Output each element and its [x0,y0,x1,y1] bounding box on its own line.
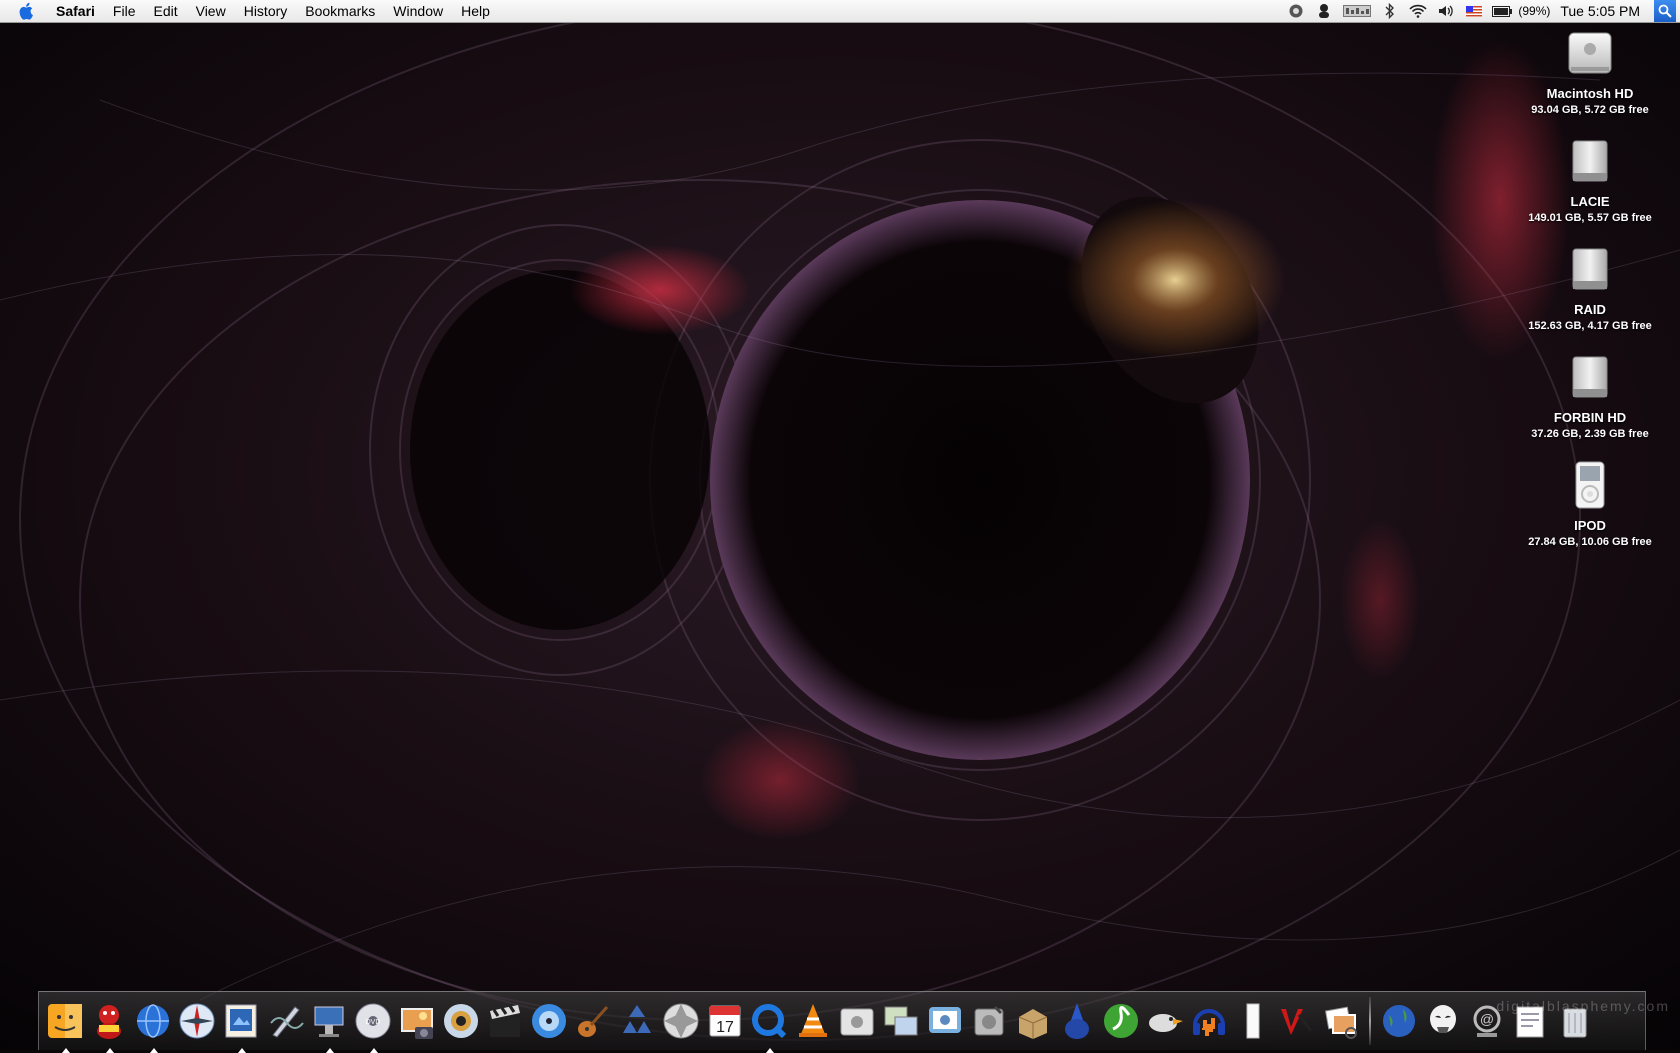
mail-stamp-icon[interactable] [221,999,261,1053]
cpu-meter-icon[interactable] [1342,3,1372,19]
spotlight-search-icon[interactable] [1654,0,1676,22]
adium-icon[interactable] [89,999,129,1053]
running-indicator [62,1048,70,1053]
menu-bookmarks[interactable]: Bookmarks [296,0,384,22]
drive-info: 27.84 GB, 10.06 GB free [1528,536,1652,548]
wifi-icon[interactable] [1408,3,1428,19]
script-editor-icon[interactable] [265,999,305,1043]
vectorworks-icon[interactable] [1277,999,1317,1043]
audacity-icon[interactable] [1189,999,1229,1043]
installer-box-icon[interactable] [1013,999,1053,1043]
menu-help[interactable]: Help [452,0,499,22]
dvd-player-icon[interactable]: DVD [353,999,393,1053]
running-indicator [106,1048,114,1053]
hard-drive-icon [1566,136,1614,186]
quicktime-icon[interactable] [749,999,789,1053]
svg-text:DVD: DVD [366,1019,381,1026]
svg-text:@: @ [1480,1011,1494,1027]
internet-globe-icon[interactable] [1379,999,1419,1043]
menu-file[interactable]: File [104,0,145,22]
keynote-podium-icon[interactable] [309,999,349,1053]
vlc-cone-icon[interactable] [793,999,833,1043]
ipod-icon [1566,460,1614,510]
disk-utility-icon[interactable] [969,999,1009,1043]
idvd-icon[interactable] [529,999,569,1043]
desktop-wallpaper [0,0,1680,1050]
hard-drive-icon [1566,352,1614,402]
running-indicator [238,1048,246,1053]
input-flag-icon[interactable] [1464,3,1484,19]
apple-hd-icon [1566,28,1614,78]
drive-info: 152.63 GB, 4.17 GB free [1528,320,1652,332]
ical-icon[interactable]: 17 [705,999,745,1043]
running-indicator [326,1048,334,1053]
itunes-eye-icon[interactable] [441,999,481,1043]
menu-app-name[interactable]: Safari [52,0,104,22]
drive-info: 37.26 GB, 2.39 GB free [1531,428,1649,440]
finder-icon[interactable] [45,999,85,1053]
drive-info: 149.01 GB, 5.57 GB free [1528,212,1652,224]
spy-menu-icon[interactable] [1314,3,1334,19]
system-profiler-icon[interactable] [837,999,877,1043]
drive-macintosh-hd[interactable]: Macintosh HD 93.04 GB, 5.72 GB free [1500,28,1680,132]
drive-lacie[interactable]: LACIE 149.01 GB, 5.57 GB free [1500,136,1680,240]
running-indicator [150,1048,158,1053]
imovie-clapper-icon[interactable] [485,999,525,1043]
recycle-icon[interactable] [617,999,657,1043]
preview-photos-icon[interactable] [1321,999,1361,1043]
blank-document-icon[interactable] [1233,999,1273,1043]
drive-info: 93.04 GB, 5.72 GB free [1531,104,1649,116]
running-indicator [370,1048,378,1053]
drive-name: Macintosh HD [1546,86,1634,101]
photo-booth-icon[interactable] [925,999,965,1043]
drive-name: FORBIN HD [1553,410,1627,425]
dreamweaver-icon[interactable] [1101,999,1141,1043]
drive-forbin-hd[interactable]: FORBIN HD 37.26 GB, 2.39 GB free [1500,352,1680,456]
apple-menu-icon[interactable] [16,0,38,22]
time-machine-icon[interactable] [1286,3,1306,19]
drive-raid[interactable]: RAID 152.63 GB, 4.17 GB free [1500,244,1680,348]
remote-desktop-icon[interactable] [881,999,921,1043]
drive-name: RAID [1574,302,1606,317]
menu-view[interactable]: View [187,0,235,22]
menu-edit[interactable]: Edit [144,0,186,22]
stormtrooper-folder-icon[interactable] [1423,999,1463,1043]
dock-separator [1369,997,1371,1045]
menu-clock[interactable]: Tue 5:05 PM [1560,3,1640,19]
wizard-icon[interactable] [1057,999,1097,1043]
wallpaper-watermark: digitalblasphemy.com [1496,998,1670,1014]
svg-text:17: 17 [716,1019,734,1036]
cyberduck-icon[interactable] [1145,999,1185,1043]
menu-window[interactable]: Window [384,0,452,22]
iphoto-icon[interactable] [397,999,437,1043]
drive-name: LACIE [1570,194,1610,209]
menu-bar: Safari File Edit View History Bookmarks … [0,0,1680,23]
running-indicator [766,1048,774,1053]
dock: DVD 17 @ [38,991,1646,1053]
hard-drive-icon [1566,244,1614,294]
menu-history[interactable]: History [235,0,297,22]
aperture-icon[interactable] [661,999,701,1043]
garageband-guitar-icon[interactable] [573,999,613,1043]
drive-ipod[interactable]: IPOD 27.84 GB, 10.06 GB free [1500,460,1680,564]
bluetooth-icon[interactable] [1380,3,1400,19]
drive-name: IPOD [1574,518,1606,533]
menu-extras: (99%) Tue 5:05 PM [1282,0,1680,22]
battery-icon[interactable] [1492,3,1513,19]
volume-icon[interactable] [1436,3,1456,19]
network-globe-icon[interactable] [133,999,173,1053]
safari-compass-icon[interactable] [177,999,217,1043]
battery-percentage: (99%) [1518,4,1551,18]
